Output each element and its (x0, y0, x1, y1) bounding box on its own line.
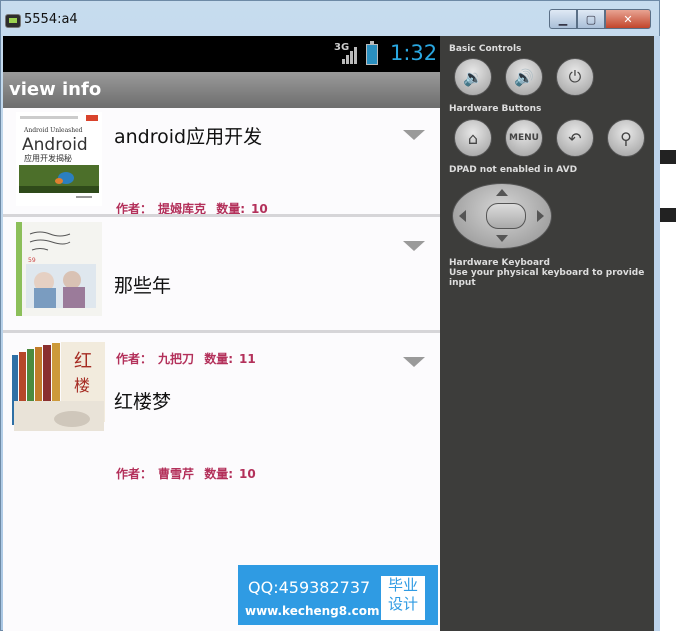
svg-text:59: 59 (28, 257, 36, 264)
book-title: 那些年 (114, 275, 172, 297)
hardware-buttons-label: Hardware Buttons (449, 104, 542, 114)
window-border (654, 36, 660, 631)
back-icon[interactable]: ↶ (556, 119, 594, 157)
minimize-button[interactable]: ▁ (549, 9, 577, 29)
window-controls: ▁ ▢ ✕ (549, 9, 651, 29)
book-cover-image: Android Unleashed Android 应用开发揭秘 (16, 112, 102, 206)
background-window-edge (660, 0, 676, 631)
dpad-center-button[interactable] (486, 203, 526, 229)
close-button[interactable]: ✕ (605, 9, 651, 29)
svg-text:楼: 楼 (74, 376, 90, 395)
emulator-control-panel: Basic Controls 🔉 🔊 ⏻ Hardware Buttons ⌂ … (440, 36, 654, 631)
book-cover-image: 红 楼 (10, 341, 106, 435)
watermark-url: www.kecheng8.com (245, 604, 380, 618)
emulator-app-icon (5, 14, 21, 28)
expand-arrow-icon[interactable] (403, 130, 425, 140)
list-item[interactable]: 红 楼 红楼梦 作者： 曹雪芹 数量: 10 (3, 333, 440, 481)
book-meta: 作者： 曹雪芹 数量: 10 (116, 465, 262, 482)
home-icon[interactable]: ⌂ (454, 119, 492, 157)
power-icon[interactable]: ⏻ (556, 58, 594, 96)
book-title: 红楼梦 (114, 391, 172, 413)
status-bar: 3G 1:32 (3, 36, 440, 72)
expand-arrow-icon[interactable] (403, 357, 425, 367)
dpad-up-icon[interactable] (496, 189, 508, 196)
device-screen: 3G 1:32 view info Android Unleashed Andr… (3, 36, 440, 631)
volume-up-icon[interactable]: 🔊 (505, 58, 543, 96)
author-label: 作者： (116, 467, 153, 481)
dpad-right-icon[interactable] (537, 210, 544, 222)
app-title-bar: view info (3, 72, 440, 108)
hardware-keyboard-hint: Use your physical keyboard to provide in… (449, 268, 645, 288)
cover-title: Android (22, 135, 88, 155)
watermark-badge-line1: 毕业 (387, 576, 418, 594)
battery-charging-icon (366, 41, 378, 65)
window-titlebar[interactable]: 5554:a4 ▁ ▢ ✕ (1, 1, 661, 37)
count-value: 10 (239, 467, 256, 481)
book-title: android应用开发 (114, 126, 263, 148)
hardware-keyboard-label: Hardware Keyboard (449, 258, 550, 268)
svg-text:红: 红 (74, 351, 92, 372)
window-title: 5554:a4 (24, 12, 78, 27)
expand-arrow-icon[interactable] (403, 241, 425, 251)
dpad-left-icon[interactable] (459, 210, 466, 222)
dpad-label: DPAD not enabled in AVD (449, 165, 578, 175)
menu-button[interactable]: MENU (505, 119, 543, 157)
maximize-button[interactable]: ▢ (577, 9, 605, 29)
dpad[interactable] (452, 183, 552, 249)
watermark-badge-line2: 设计 (387, 595, 418, 613)
watermark-qq: QQ:459382737 (248, 578, 371, 597)
watermark-banner: QQ:459382737 www.kecheng8.com 毕业 设计 (238, 565, 438, 625)
cover-subtitle-cn: 应用开发揭秘 (24, 153, 72, 163)
dpad-down-icon[interactable] (496, 235, 508, 242)
book-cover-image: 59 (16, 222, 102, 316)
basic-controls-label: Basic Controls (449, 44, 522, 54)
status-time: 1:32 (390, 41, 438, 65)
signal-icon (342, 46, 357, 64)
count-label: 数量: (204, 467, 234, 481)
author-name: 曹雪芹 (158, 467, 195, 481)
search-icon[interactable]: ⚲ (607, 119, 645, 157)
cover-subtitle-en: Android Unleashed (23, 127, 83, 134)
list-item[interactable]: 59 那些年 作者： 九把刀 数量: 11 (3, 217, 440, 366)
watermark-badge: 毕业 设计 (381, 576, 425, 620)
volume-down-icon[interactable]: 🔉 (454, 58, 492, 96)
app-title: view info (9, 79, 102, 100)
list-item[interactable]: Android Unleashed Android 应用开发揭秘 android… (3, 108, 440, 222)
